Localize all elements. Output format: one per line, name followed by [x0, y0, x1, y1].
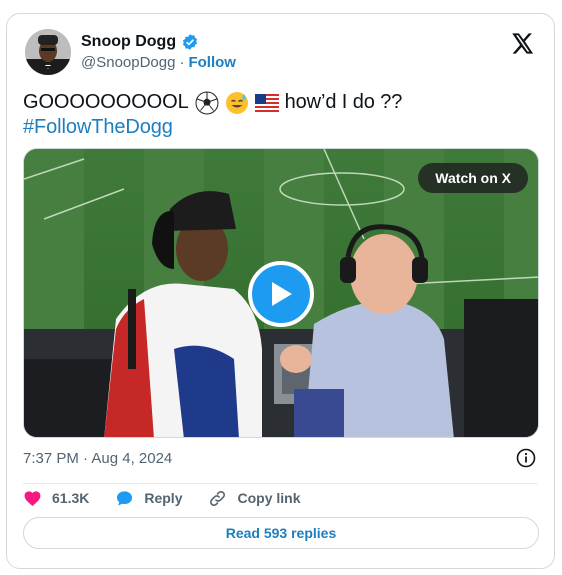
like-button[interactable]: 61.3K	[23, 489, 89, 508]
copy-link-button[interactable]: Copy link	[208, 489, 301, 508]
reply-button[interactable]: Reply	[115, 489, 182, 508]
follow-button[interactable]: Follow	[188, 54, 236, 71]
like-count: 61.3K	[52, 490, 90, 506]
play-icon	[272, 282, 292, 306]
x-logo-icon[interactable]	[512, 33, 534, 54]
link-icon	[210, 490, 226, 506]
tweet-text-tail: how’d I do ??	[284, 91, 403, 113]
display-name[interactable]: Snoop Dogg	[81, 33, 176, 51]
divider	[23, 483, 538, 484]
hashtag-link[interactable]: #FollowTheDogg	[23, 116, 173, 138]
sweat-smile-emoji	[225, 91, 248, 114]
soccer-ball-emoji	[195, 91, 219, 114]
watch-on-x-button[interactable]: Watch on X	[418, 163, 528, 193]
handle-row: @SnoopDogg · Follow	[81, 54, 236, 71]
author-name-row: Snoop Dogg	[81, 33, 199, 51]
verified-badge-icon	[183, 34, 198, 50]
info-icon[interactable]	[516, 448, 536, 468]
tweet-card: Snoop Dogg @SnoopDogg · Follow GOOOOOOOOOL	[6, 13, 555, 569]
heart-icon	[24, 490, 41, 506]
separator: ·	[179, 54, 185, 71]
tweet-timestamp[interactable]: 7:37 PM · Aug 4, 2024	[23, 450, 172, 467]
action-bar: 61.3K Reply Copy link	[23, 487, 327, 509]
reply-bubble-icon	[117, 490, 133, 506]
play-button[interactable]	[248, 261, 314, 327]
avatar[interactable]	[25, 29, 71, 75]
copy-link-label: Copy link	[237, 490, 301, 506]
tweet-text: GOOOOOOOOOL how’d I do ?? #FollowTheDogg	[23, 90, 402, 140]
reply-label: Reply	[144, 490, 183, 506]
read-replies-button[interactable]: Read 593 replies	[23, 517, 539, 549]
us-flag-emoji	[254, 93, 279, 112]
video-player[interactable]: Watch on X	[23, 148, 539, 438]
tweet-text-main: GOOOOOOOOOL	[23, 91, 189, 113]
handle[interactable]: @SnoopDogg	[81, 54, 175, 71]
